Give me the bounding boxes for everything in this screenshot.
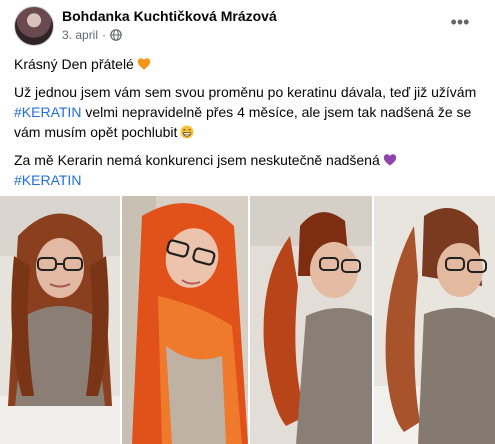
paragraph-2-text-a: Už jednou jsem vám sem svou proměnu po k… <box>14 84 477 100</box>
purple-heart-icon <box>383 152 397 166</box>
more-options-button[interactable]: ••• <box>446 10 474 34</box>
paragraph-3-text: Za mě Kerarin nemá konkurenci jsem nesku… <box>14 152 380 168</box>
paragraph-2-text-b: velmi nepravidelně přes 4 měsíce, ale js… <box>14 104 472 140</box>
post-header: Bohdanka Kuchtičková Mrázová 3. april · … <box>14 6 484 46</box>
photo-1[interactable] <box>0 196 120 444</box>
post-paragraph-3: Za mě Kerarin nemá konkurenci jsem nesku… <box>14 150 484 190</box>
hashtag-keratin-link-2[interactable]: #KERATIN <box>14 172 81 188</box>
post-meta: 3. april · <box>62 28 122 42</box>
grinning-face-icon <box>180 124 194 139</box>
globe-icon[interactable] <box>110 29 122 41</box>
author-name[interactable]: Bohdanka Kuchtičková Mrázová <box>62 8 277 24</box>
hashtag-keratin-link[interactable]: #KERATIN <box>14 104 81 120</box>
photo-3[interactable] <box>250 196 372 444</box>
post-paragraph-1: Krásný Den přátelé <box>14 54 151 74</box>
more-options-icon: ••• <box>450 12 470 32</box>
photo-4[interactable] <box>374 196 495 444</box>
photo-grid <box>0 196 495 444</box>
post-date[interactable]: 3. april <box>62 28 98 42</box>
paragraph-1-text: Krásný Den přátelé <box>14 56 134 72</box>
post-paragraph-2: Už jednou jsem vám sem svou proměnu po k… <box>14 82 484 142</box>
avatar[interactable] <box>14 6 54 46</box>
meta-separator: · <box>102 28 107 42</box>
facebook-post: Bohdanka Kuchtičková Mrázová 3. april · … <box>0 0 495 444</box>
orange-heart-icon <box>137 56 151 70</box>
photo-2[interactable] <box>122 196 248 444</box>
